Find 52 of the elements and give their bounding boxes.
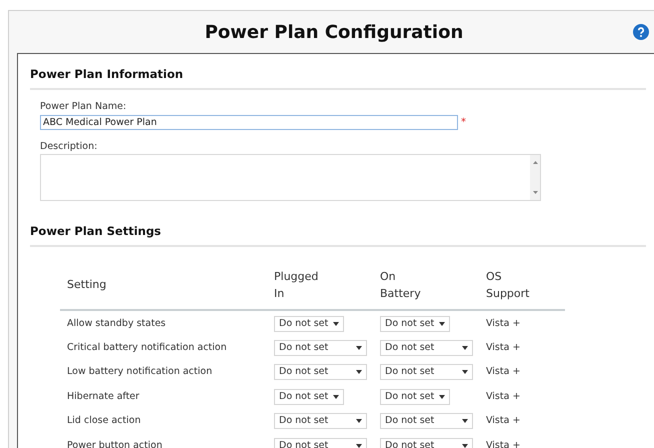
scroll-down-icon[interactable] bbox=[532, 190, 538, 194]
column-header: Plugged In bbox=[274, 269, 320, 302]
scroll-up-icon[interactable] bbox=[532, 160, 538, 164]
setting-name: Hibernate after bbox=[66, 390, 140, 404]
os-support: Vista + bbox=[486, 316, 522, 331]
column-header: Setting bbox=[66, 277, 108, 294]
dropdown-arrow-icon bbox=[356, 444, 362, 448]
os-support: Vista + bbox=[486, 390, 522, 404]
setting-name: Critical battery notification action bbox=[66, 340, 228, 355]
dropdown[interactable]: Do not set bbox=[380, 340, 473, 356]
setting-name: Allow standby states bbox=[66, 316, 167, 331]
setting-name: Low battery notification action bbox=[66, 365, 214, 380]
column-header: On Battery bbox=[380, 269, 422, 302]
field-label: Description: bbox=[40, 140, 98, 154]
page-title: Power Plan Configuration bbox=[204, 20, 464, 44]
dropdown-arrow-icon bbox=[333, 322, 339, 326]
dropdown-arrow-icon bbox=[356, 370, 362, 374]
dropdown-arrow-icon bbox=[333, 394, 339, 399]
setting-name: Power button action bbox=[66, 438, 164, 448]
dropdown-arrow-icon bbox=[356, 346, 362, 350]
os-support: Vista + bbox=[486, 438, 522, 448]
dropdown[interactable]: Do not set bbox=[380, 438, 473, 448]
setting-name: Lid close action bbox=[66, 414, 142, 428]
field-label: Power Plan Name: bbox=[40, 100, 128, 114]
dropdown-arrow-icon bbox=[462, 346, 468, 350]
dropdown[interactable]: Do not set bbox=[380, 316, 450, 332]
os-support: Vista + bbox=[486, 414, 522, 428]
dropdown-arrow-icon bbox=[356, 419, 362, 424]
dropdown[interactable]: Do not set bbox=[380, 364, 473, 380]
dropdown[interactable]: Do not set bbox=[274, 340, 367, 356]
dropdown[interactable]: Do not set bbox=[380, 413, 473, 430]
dropdown[interactable]: Do not set bbox=[274, 388, 344, 405]
section-heading: Power Plan Settings bbox=[30, 222, 646, 247]
dropdown[interactable]: Do not set bbox=[274, 413, 367, 430]
dropdown-arrow-icon bbox=[462, 444, 468, 448]
dropdown[interactable]: Do not set bbox=[274, 316, 344, 332]
os-support: Vista + bbox=[486, 365, 522, 380]
dropdown-arrow-icon bbox=[439, 322, 445, 326]
column-header: OS Support bbox=[486, 269, 530, 302]
dropdown-arrow-icon bbox=[462, 419, 468, 424]
dropdown[interactable]: Do not set bbox=[274, 438, 367, 448]
description-field[interactable] bbox=[40, 154, 541, 201]
dropdown-arrow-icon bbox=[462, 370, 468, 374]
dropdown[interactable]: Do not set bbox=[380, 388, 450, 405]
required-mark: * bbox=[461, 116, 466, 130]
dropdown-arrow-icon bbox=[439, 394, 445, 399]
scrollbar[interactable] bbox=[530, 154, 540, 200]
dropdown[interactable]: Do not set bbox=[274, 364, 367, 380]
help-icon[interactable] bbox=[633, 24, 649, 40]
os-support: Vista + bbox=[486, 340, 522, 355]
section-heading: Power Plan Information bbox=[30, 66, 646, 90]
name-field[interactable]: ABC Medical Power Plan bbox=[40, 114, 458, 130]
